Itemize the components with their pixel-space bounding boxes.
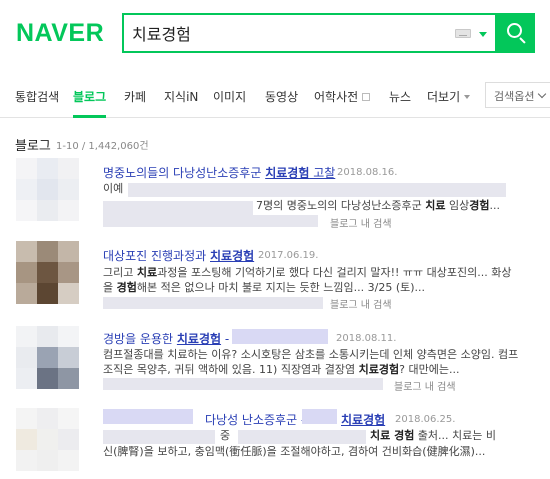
redacted-text bbox=[238, 430, 366, 444]
redacted-url bbox=[103, 378, 383, 390]
blog-search-link[interactable]: 블로그 내 검색 bbox=[330, 215, 392, 230]
result-thumbnail[interactable] bbox=[16, 408, 81, 473]
result-snippet: 을 경험해본 적은 없으나 마치 불로 지지는 듯한 느낌임... 3/25 (… bbox=[103, 281, 426, 294]
redacted-text bbox=[128, 183, 506, 197]
active-tab-indicator bbox=[73, 115, 106, 118]
naver-logo[interactable]: NAVER bbox=[16, 19, 104, 48]
result-date: 2018.08.11. bbox=[336, 333, 397, 344]
result-snippet: 7명의 명중노의의 다낭성난소증후군 치료 임상경험... bbox=[256, 199, 501, 212]
redacted-title bbox=[232, 329, 328, 344]
result-title-keyword[interactable]: 치료경험 bbox=[341, 411, 385, 428]
result-thumbnail[interactable] bbox=[16, 326, 81, 391]
search-options-button[interactable]: 검색옵션 bbox=[485, 82, 550, 108]
result-title[interactable]: 명중노의들의 다낭성난소증후군 치료경험 고찰 bbox=[103, 164, 335, 181]
redacted-text bbox=[103, 430, 215, 444]
tab-cafe[interactable]: 카페 bbox=[124, 88, 146, 105]
search-input[interactable] bbox=[132, 22, 432, 44]
chevron-down-icon bbox=[538, 89, 547, 99]
search-icon bbox=[507, 23, 522, 38]
redacted-url bbox=[103, 215, 318, 227]
chevron-down-icon bbox=[464, 95, 471, 99]
header: NAVER bbox=[0, 0, 550, 74]
blog-search-link[interactable]: 블로그 내 검색 bbox=[394, 378, 456, 393]
result-thumbnail[interactable] bbox=[16, 158, 81, 223]
tab-kin[interactable]: 지식iN bbox=[164, 88, 198, 105]
result-date: 2017.06.19. bbox=[258, 250, 319, 261]
result-date: 2018.06.25. bbox=[395, 414, 456, 425]
result-title[interactable]: 경방을 운용한 치료경험 - bbox=[103, 330, 229, 347]
result-snippet: 이예 bbox=[103, 182, 124, 195]
redacted-title bbox=[103, 409, 193, 424]
blog-search-link[interactable]: 블로그 내 검색 bbox=[330, 296, 392, 311]
external-icon bbox=[362, 93, 371, 101]
tab-blog[interactable]: 블로그 bbox=[73, 88, 106, 105]
autocomplete-toggle-icon[interactable] bbox=[479, 32, 487, 37]
search-button[interactable] bbox=[497, 13, 535, 53]
redacted-url bbox=[103, 297, 323, 309]
result-date: 2018.08.16. bbox=[337, 167, 398, 178]
tab-news[interactable]: 뉴스 bbox=[389, 88, 411, 105]
tab-dictionary[interactable]: 어학사전 bbox=[314, 88, 371, 105]
result-snippet: 조직은 목양추, 귀뒤 액하에 있음. 11) 직장염과 결장염 치료경험? 대… bbox=[103, 363, 460, 376]
section-title: 블로그 bbox=[15, 139, 51, 154]
result-count: 1-10 / 1,442,060건 bbox=[56, 141, 149, 152]
tab-image[interactable]: 이미지 bbox=[213, 88, 246, 105]
result-thumbnail[interactable] bbox=[16, 241, 81, 306]
tab-more[interactable]: 더보기 bbox=[427, 88, 471, 105]
keyboard-icon[interactable] bbox=[455, 29, 471, 38]
tab-integrated[interactable]: 통합검색 bbox=[15, 88, 59, 105]
tab-video[interactable]: 동영상 bbox=[265, 88, 298, 105]
redacted-text bbox=[103, 201, 253, 215]
result-title[interactable]: 다낭성 난소증후군 - bbox=[205, 411, 305, 428]
result-snippet: 신(脾腎)을 보하고, 충임맥(衝任脈)을 조절해야하고, 겸하여 건비화습(健… bbox=[103, 445, 486, 458]
search-tabs: 통합검색 블로그 카페 지식iN 이미지 동영상 어학사전 뉴스 더보기 검색옵… bbox=[0, 78, 550, 118]
redacted-title bbox=[302, 409, 337, 424]
result-title[interactable]: 대상포진 진행과정과 치료경험 bbox=[103, 247, 254, 264]
search-box[interactable] bbox=[122, 13, 497, 53]
